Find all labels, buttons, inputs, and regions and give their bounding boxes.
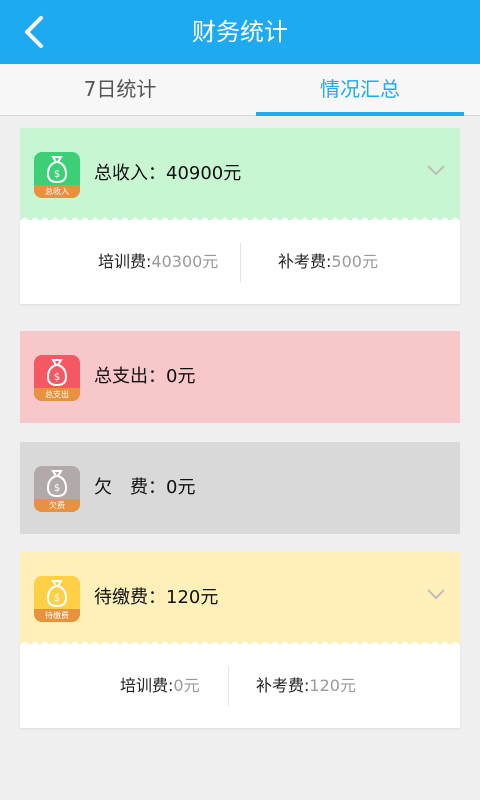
- expense-card: $ 总支出 总支出：0元: [20, 331, 460, 423]
- expense-card-header[interactable]: $ 总支出 总支出：0元: [20, 331, 460, 423]
- svg-text:$: $: [54, 372, 60, 383]
- icon-tag: 总收入: [34, 185, 80, 198]
- arrears-total: 欠 费：0元: [94, 477, 196, 498]
- chevron-down-icon[interactable]: [426, 164, 446, 176]
- income-total: 总收入：40900元: [94, 163, 242, 184]
- arrears-card-header[interactable]: $ 欠费 欠 费：0元: [20, 442, 460, 534]
- retake-fee-item: 补考费:500元: [278, 252, 378, 271]
- money-bag-icon: $ 欠费: [34, 466, 80, 512]
- arrears-card: $ 欠费 欠 费：0元: [20, 442, 460, 534]
- money-bag-icon: $ 待缴费: [34, 576, 80, 622]
- expense-total: 总支出：0元: [94, 366, 196, 387]
- income-details: 培训费:40300元 补考费:500元: [20, 220, 460, 304]
- income-card: $ 总收入 总收入：40900元 培训费:40300元 补考费:500元: [20, 128, 460, 304]
- svg-text:$: $: [54, 169, 60, 180]
- training-fee-item: 培训费:40300元: [98, 252, 219, 271]
- tab-bar: 7日统计 情况汇总: [0, 64, 480, 116]
- app-header: 财务统计: [0, 0, 480, 64]
- page-title: 财务统计: [192, 18, 288, 46]
- svg-text:$: $: [54, 483, 60, 494]
- tab-7day-stats[interactable]: 7日统计: [0, 64, 240, 115]
- chevron-down-icon[interactable]: [426, 588, 446, 600]
- pending-card: $ 待缴费 待缴费：120元 培训费:0元 补考费:120元: [20, 552, 460, 728]
- money-bag-icon: $ 总收入: [34, 152, 80, 198]
- icon-tag: 欠费: [34, 499, 80, 512]
- money-bag-icon: $ 总支出: [34, 355, 80, 401]
- svg-text:$: $: [54, 593, 60, 604]
- training-fee-item: 培训费:0元: [120, 676, 200, 695]
- icon-tag: 总支出: [34, 388, 80, 401]
- pending-card-header[interactable]: $ 待缴费 待缴费：120元: [20, 552, 460, 645]
- tab-summary[interactable]: 情况汇总: [240, 64, 480, 116]
- income-card-header[interactable]: $ 总收入 总收入：40900元: [20, 128, 460, 221]
- pending-total: 待缴费：120元: [94, 587, 219, 608]
- icon-tag: 待缴费: [34, 609, 80, 622]
- retake-fee-item: 补考费:120元: [256, 676, 356, 695]
- pending-details: 培训费:0元 补考费:120元: [20, 644, 460, 728]
